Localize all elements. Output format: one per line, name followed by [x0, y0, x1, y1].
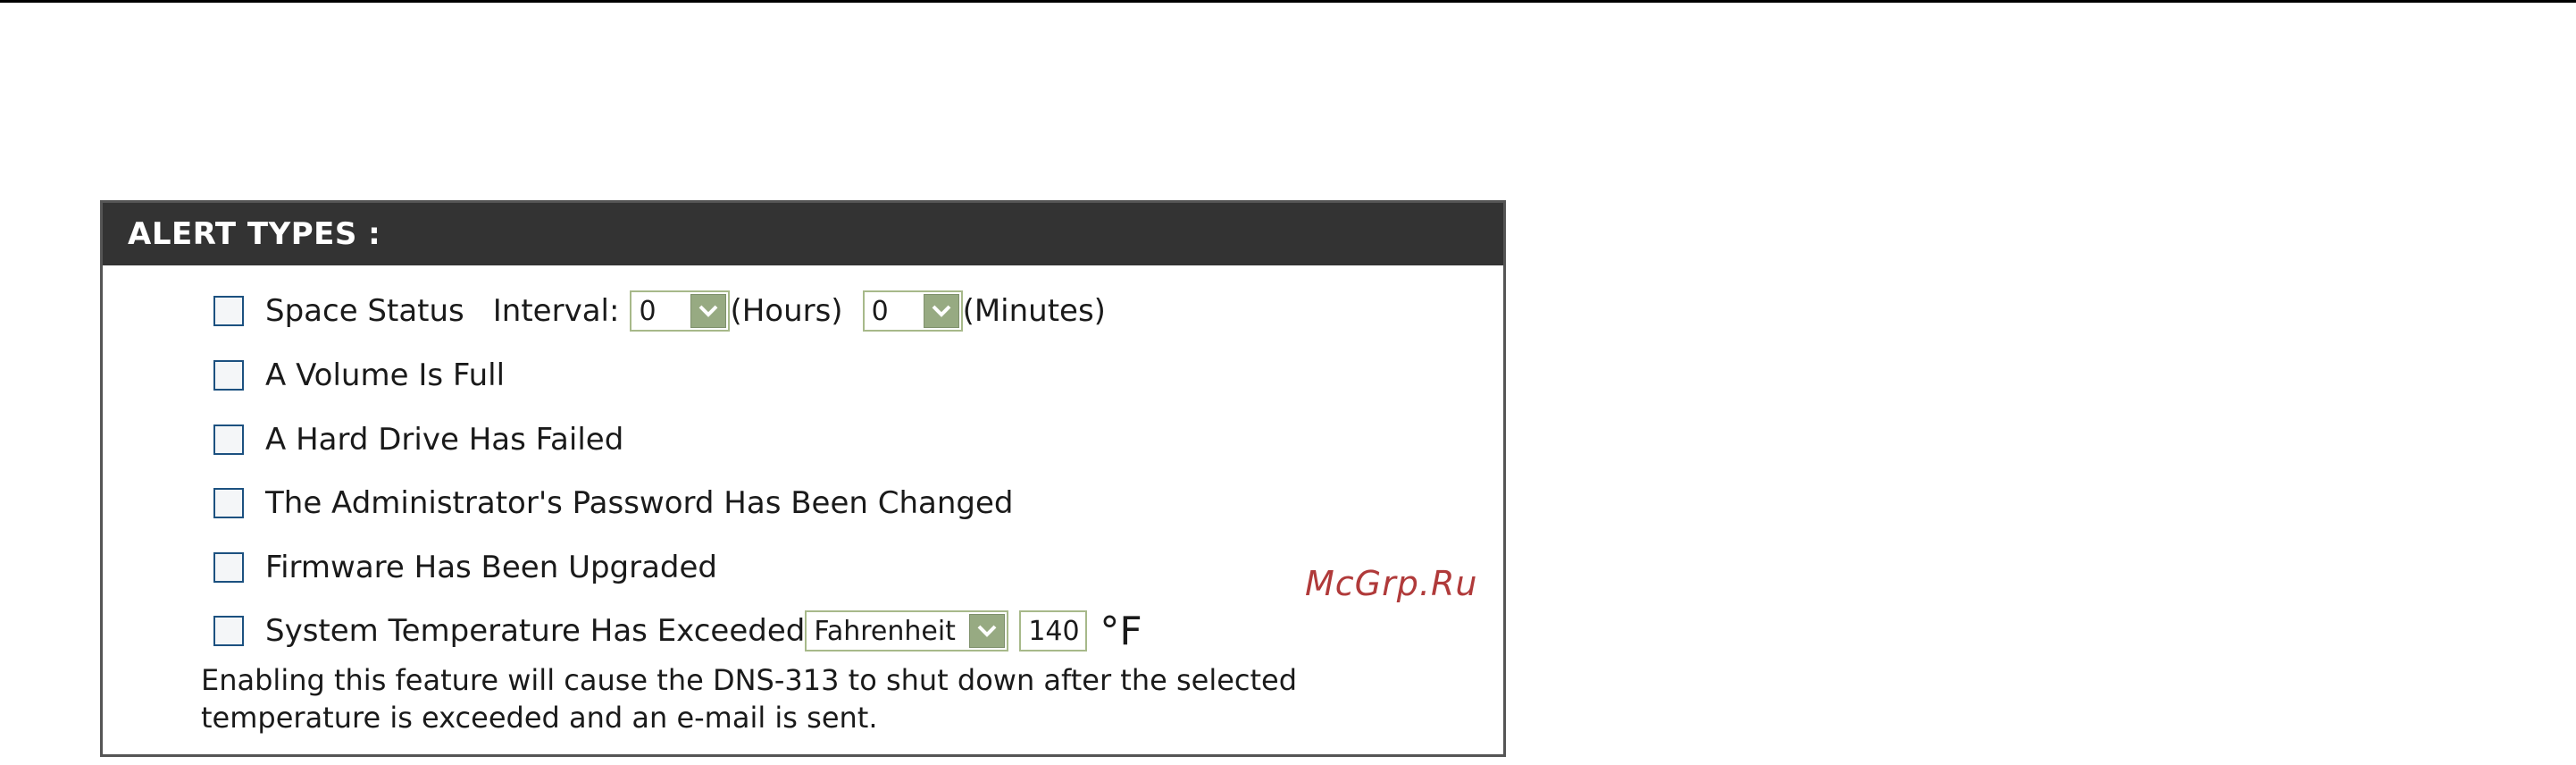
drive-failed-label: A Hard Drive Has Failed — [265, 422, 624, 458]
hours-select-value: 0 — [639, 295, 657, 327]
minutes-select-value: 0 — [871, 295, 889, 327]
watermark: McGrp.Ru — [1305, 564, 1478, 603]
minutes-unit: (Minutes) — [962, 293, 1106, 329]
temperature-note: Enabling this feature will cause the DNS… — [201, 661, 1362, 736]
temperature-scale-select[interactable]: Fahrenheit — [805, 610, 1009, 652]
chevron-down-icon — [923, 294, 959, 328]
temperature-checkbox[interactable] — [213, 616, 244, 646]
top-rule — [0, 0, 2576, 3]
space-status-checkbox[interactable] — [213, 296, 244, 326]
firmware-upgraded-label: Firmware Has Been Upgraded — [265, 550, 718, 585]
alert-row-password-changed: The Administrator's Password Has Been Ch… — [213, 481, 1014, 525]
password-changed-label: The Administrator's Password Has Been Ch… — [265, 485, 1014, 521]
hours-unit: (Hours) — [730, 293, 843, 329]
chevron-down-icon — [690, 294, 727, 328]
alert-row-firmware-upgraded: Firmware Has Been Upgraded — [213, 545, 717, 590]
interval-label: Interval: — [492, 293, 620, 329]
chevron-down-icon — [969, 614, 1006, 648]
volume-full-checkbox[interactable] — [213, 360, 244, 391]
alert-row-space-status: Space Status Interval: 0 (Hours) 0 (Minu… — [213, 289, 1106, 333]
temperature-scale-value: Fahrenheit — [814, 615, 956, 647]
temperature-label: System Temperature Has Exceeded — [265, 613, 806, 649]
temperature-threshold-input[interactable] — [1019, 610, 1088, 652]
alert-types-panel: ALERT TYPES : Space Status Interval: 0 (… — [100, 200, 1506, 757]
temperature-unit: °F — [1100, 608, 1142, 654]
password-changed-checkbox[interactable] — [213, 488, 244, 518]
drive-failed-checkbox[interactable] — [213, 425, 244, 455]
temperature-note-line1: Enabling this feature will cause the DNS… — [201, 663, 1298, 697]
panel-header: ALERT TYPES : — [103, 203, 1503, 265]
minutes-select[interactable]: 0 — [862, 290, 963, 332]
alert-row-temperature: System Temperature Has Exceeded Fahrenhe… — [213, 608, 1142, 654]
space-status-label: Space Status — [265, 293, 464, 329]
firmware-upgraded-checkbox[interactable] — [213, 552, 244, 583]
alert-row-volume-full: A Volume Is Full — [213, 353, 505, 398]
volume-full-label: A Volume Is Full — [265, 357, 506, 393]
temperature-note-line2: temperature is exceeded and an e-mail is… — [201, 701, 878, 735]
alert-row-drive-failed: A Hard Drive Has Failed — [213, 417, 623, 462]
hours-select[interactable]: 0 — [630, 290, 731, 332]
